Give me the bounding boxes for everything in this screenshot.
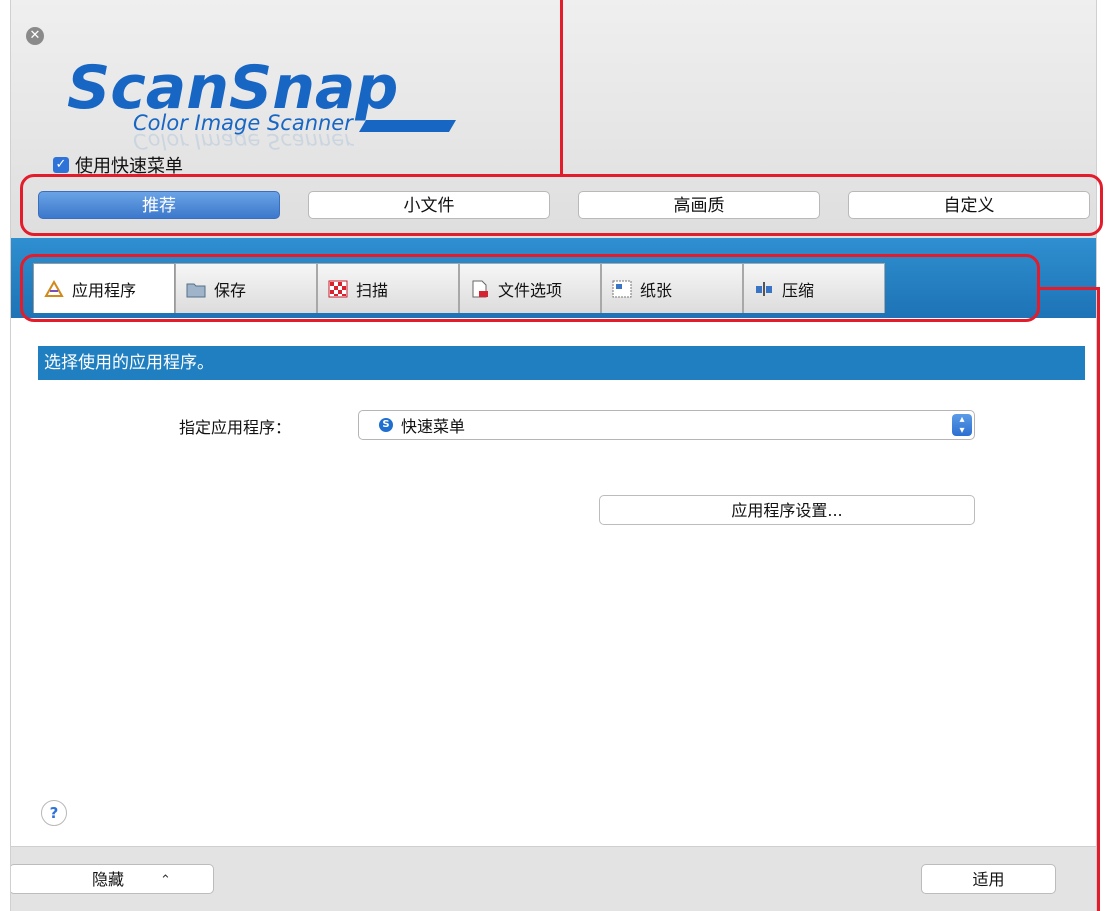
tab-label: 应用程序 xyxy=(72,280,137,300)
tab-save[interactable]: 保存 xyxy=(175,263,317,313)
mode-recommended-button[interactable]: 推荐 xyxy=(38,191,280,219)
tabs-callout-vertical xyxy=(1097,287,1100,911)
tab-label: 扫描 xyxy=(356,280,389,300)
logo-swoosh xyxy=(359,120,456,132)
tab-compression[interactable]: 压缩 xyxy=(743,263,885,313)
hide-button[interactable]: 隐藏 ⌃ xyxy=(11,864,214,894)
tab-label: 文件选项 xyxy=(498,280,563,300)
scansnap-logo: ScanSnap Color Image Scanner Color Image… xyxy=(67,53,456,153)
application-label: 指定应用程序： xyxy=(179,418,292,437)
scansnap-s-icon: S xyxy=(379,418,393,432)
help-button[interactable]: ? xyxy=(41,800,67,826)
mode-high-quality-button[interactable]: 高画质 xyxy=(578,191,820,219)
chevron-up-icon: ⌃ xyxy=(160,873,171,888)
select-arrows-icon[interactable]: ▴ ▾ xyxy=(952,414,972,436)
mode-small-file-button[interactable]: 小文件 xyxy=(308,191,550,219)
mode-callout-line xyxy=(560,0,563,174)
section-title: 选择使用的应用程序。 xyxy=(38,346,1085,380)
quick-menu-option[interactable]: ✓ 使用快速菜单 xyxy=(53,152,183,178)
tab-label: 纸张 xyxy=(640,280,673,300)
tab-label: 保存 xyxy=(214,280,247,300)
header: ✕ ScanSnap Color Image Scanner Color Ima… xyxy=(11,0,1096,238)
tab-application[interactable]: 应用程序 xyxy=(33,263,175,313)
quick-menu-label: 使用快速菜单 xyxy=(75,156,183,177)
application-select-value: 快速菜单 xyxy=(401,417,466,436)
footer: 隐藏 ⌃ 适用 xyxy=(11,846,1096,911)
hide-button-label: 隐藏 xyxy=(92,870,125,889)
tab-scan[interactable]: 扫描 xyxy=(317,263,459,313)
file-option-icon xyxy=(472,280,488,297)
scansnap-settings-window: ✕ ScanSnap Color Image Scanner Color Ima… xyxy=(10,0,1097,911)
scan-icon xyxy=(328,280,348,297)
paper-icon xyxy=(612,280,632,297)
tabs-callout-horizontal xyxy=(1040,287,1100,290)
folder-icon xyxy=(186,283,206,297)
apply-button[interactable]: 适用 xyxy=(921,864,1056,894)
tab-file-option[interactable]: 文件选项 xyxy=(459,263,601,313)
tab-label: 压缩 xyxy=(782,280,815,300)
application-panel: 选择使用的应用程序。 指定应用程序： S 快速菜单 ▴ ▾ 应用程序设置... ? xyxy=(11,318,1096,846)
application-select[interactable]: S 快速菜单 ▴ ▾ xyxy=(358,410,975,440)
quick-menu-checkbox[interactable]: ✓ xyxy=(53,157,69,173)
tab-paper[interactable]: 纸张 xyxy=(601,263,743,313)
compression-icon xyxy=(756,281,772,296)
settings-tabs: 应用程序 保存 扫描 文件选项 纸张 压缩 xyxy=(33,263,885,313)
close-button[interactable]: ✕ xyxy=(26,27,44,45)
application-icon xyxy=(44,279,64,297)
application-settings-button[interactable]: 应用程序设置... xyxy=(599,495,975,525)
mode-custom-button[interactable]: 自定义 xyxy=(848,191,1090,219)
logo-reflection: Color Image Scanner xyxy=(133,129,354,153)
